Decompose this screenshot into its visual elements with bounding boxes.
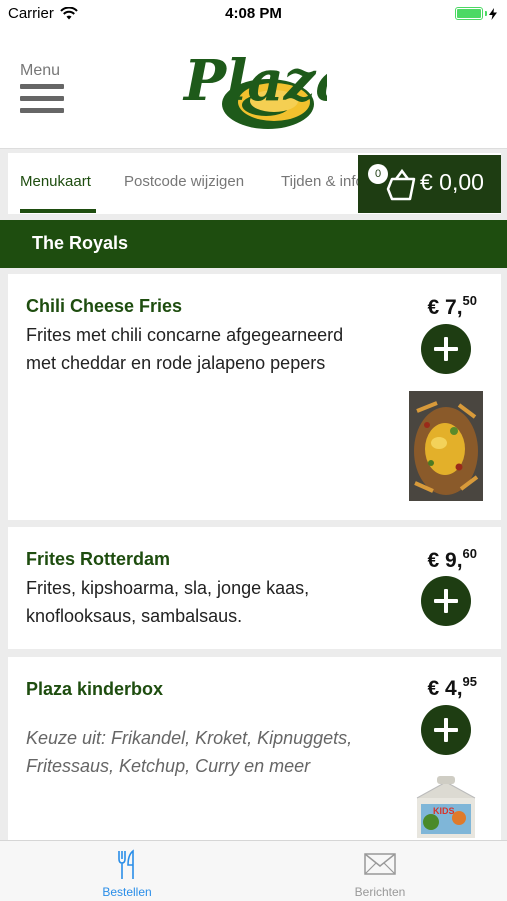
app-header: Menu Plaza bbox=[0, 28, 507, 149]
tab-menukaart[interactable]: Menukaart bbox=[20, 153, 91, 214]
menu-label: Menu bbox=[20, 62, 61, 79]
hamburger-icon bbox=[20, 84, 66, 113]
cart-button[interactable]: 0 € 0,00 bbox=[358, 155, 501, 213]
item-description: Keuze uit: Frikandel, Kroket, Kipnuggets… bbox=[26, 728, 353, 776]
price-cents: 95 bbox=[462, 674, 477, 689]
tab-tijden-info[interactable]: Tijden & info bbox=[281, 153, 364, 214]
item-description: Frites met chili concarne afgegearneerd … bbox=[26, 325, 344, 373]
plaza-logo: Plaza bbox=[182, 48, 327, 129]
bottom-tab-bar: Bestellen Berichten bbox=[0, 840, 507, 901]
status-bar: Carrier 4:08 PM bbox=[0, 0, 507, 28]
tab-postcode-wijzigen[interactable]: Postcode wijzigen bbox=[124, 153, 244, 214]
cart-total: € 0,00 bbox=[420, 169, 484, 195]
price-main: € 9, bbox=[427, 549, 463, 572]
item-name: Frites Rotterdam bbox=[26, 549, 171, 569]
clock: 4:08 PM bbox=[225, 5, 282, 22]
fork-knife-icon bbox=[118, 849, 134, 879]
section-header: The Royals bbox=[0, 220, 507, 268]
item-price: € 9,60 bbox=[427, 546, 478, 573]
battery-icon bbox=[455, 7, 497, 20]
item-description: Frites, kipshoarma, sla, jonge kaas, kno… bbox=[26, 578, 310, 626]
price-main: € 7, bbox=[427, 296, 463, 319]
add-to-cart-button[interactable] bbox=[421, 324, 471, 374]
logo-text: Plaza bbox=[182, 48, 327, 114]
item-price: € 7,50 bbox=[427, 293, 478, 320]
tab-berichten-label: Berichten bbox=[354, 885, 406, 899]
item-price: € 4,95 bbox=[427, 674, 478, 701]
chili-cheese-fries-image bbox=[409, 391, 483, 501]
price-cents: 60 bbox=[462, 546, 477, 561]
price-main: € 4, bbox=[427, 677, 463, 700]
menu-item-card[interactable]: Plaza kinderbox Keuze uit: Frikandel, Kr… bbox=[8, 657, 501, 847]
price-cents: 50 bbox=[462, 293, 477, 308]
charging-icon bbox=[489, 7, 497, 20]
add-to-cart-button[interactable] bbox=[421, 576, 471, 626]
svg-text:KIDS: KIDS bbox=[433, 806, 455, 816]
active-tab-indicator bbox=[20, 209, 96, 213]
cart-count-badge: 0 bbox=[368, 164, 388, 184]
item-name: Chili Cheese Fries bbox=[26, 296, 183, 316]
menu-button[interactable]: Menu bbox=[20, 62, 66, 120]
menu-item-card[interactable]: Chili Cheese Fries Frites met chili conc… bbox=[8, 274, 501, 520]
tab-bestellen-label: Bestellen bbox=[102, 885, 152, 899]
add-to-cart-button[interactable] bbox=[421, 705, 471, 755]
envelope-icon bbox=[364, 853, 396, 875]
section-title: The Royals bbox=[32, 233, 129, 253]
tab-bestellen[interactable]: Bestellen bbox=[67, 841, 187, 901]
menu-item-card[interactable]: Frites Rotterdam Frites, kipshoarma, sla… bbox=[8, 527, 501, 649]
tab-berichten[interactable]: Berichten bbox=[320, 841, 440, 901]
item-name: Plaza kinderbox bbox=[26, 679, 164, 699]
kinderbox-image: KIDS bbox=[409, 774, 483, 840]
